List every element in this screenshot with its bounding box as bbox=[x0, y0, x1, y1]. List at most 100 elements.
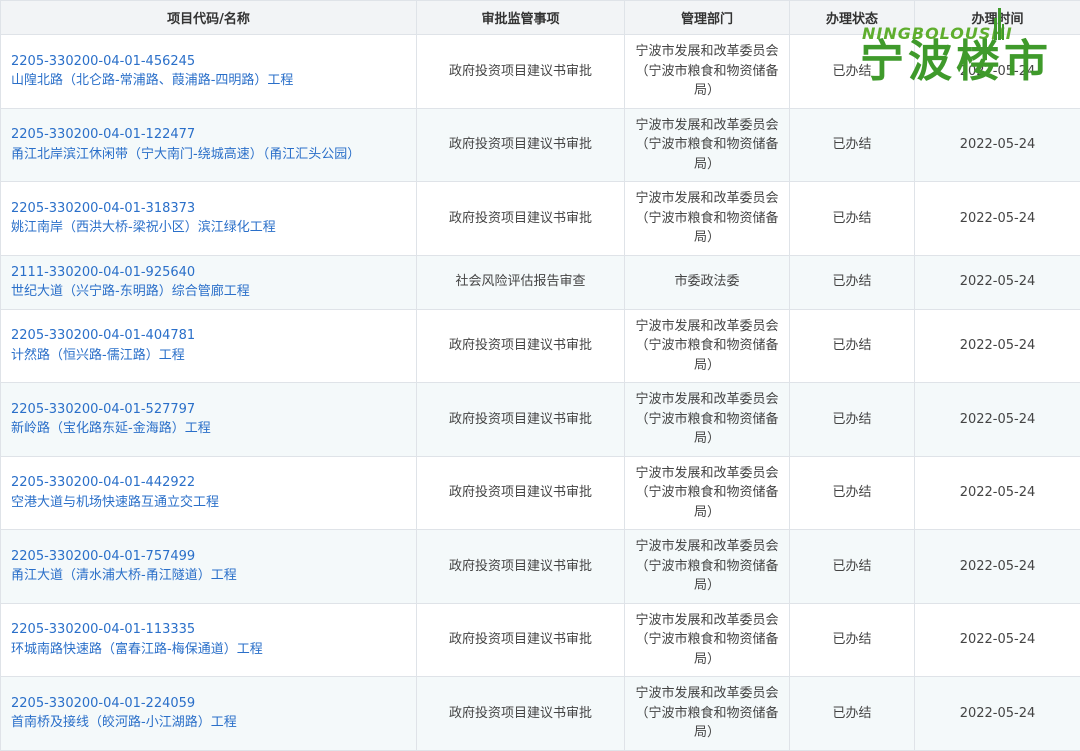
project-code-link[interactable]: 2205-330200-04-01-456245 bbox=[11, 52, 406, 72]
column-header-project[interactable]: 项目代码/名称 bbox=[1, 1, 417, 35]
matter-cell: 政府投资项目建议书审批 bbox=[417, 530, 625, 604]
department-line: （宁波市粮食和物资储备 bbox=[633, 209, 781, 229]
project-code-link[interactable]: 2205-330200-04-01-442922 bbox=[11, 473, 406, 493]
date-cell: 2022-05-24 bbox=[915, 309, 1080, 383]
department-cell: 宁波市发展和改革委员会（宁波市粮食和物资储备局） bbox=[625, 603, 790, 677]
status-cell: 已办结 bbox=[790, 456, 915, 530]
matter-cell: 政府投资项目建议书审批 bbox=[417, 383, 625, 457]
project-cell: 2205-330200-04-01-757499甬江大道（清水浦大桥-甬江隧道）… bbox=[1, 530, 417, 604]
column-header-department[interactable]: 管理部门 bbox=[625, 1, 790, 35]
project-cell: 2205-330200-04-01-224059首南桥及接线（皎河路-小江湖路）… bbox=[1, 677, 417, 751]
department-line: 宁波市发展和改革委员会 bbox=[633, 537, 781, 557]
department-line: 局） bbox=[633, 155, 781, 175]
department-line: （宁波市粮食和物资储备 bbox=[633, 336, 781, 356]
column-header-matter[interactable]: 审批监管事项 bbox=[417, 1, 625, 35]
project-name-link[interactable]: 姚江南岸（西洪大桥-梁祝小区）滨江绿化工程 bbox=[11, 218, 406, 238]
date-cell: 2022-05-24 bbox=[915, 108, 1080, 182]
department-line: （宁波市粮食和物资储备 bbox=[633, 630, 781, 650]
department-cell: 宁波市发展和改革委员会（宁波市粮食和物资储备局） bbox=[625, 309, 790, 383]
table-header-row: 项目代码/名称 审批监管事项 管理部门 办理状态 办理时间 bbox=[1, 1, 1080, 35]
status-cell: 已办结 bbox=[790, 603, 915, 677]
project-name-link[interactable]: 甬江北岸滨江休闲带（宁大南门-绕城高速）（甬江汇头公园） bbox=[11, 145, 406, 165]
column-header-status[interactable]: 办理状态 bbox=[790, 1, 915, 35]
department-line: 局） bbox=[633, 576, 781, 596]
table-row: 2205-330200-04-01-442922空港大道与机场快速路互通立交工程… bbox=[1, 456, 1080, 530]
department-line: 宁波市发展和改革委员会 bbox=[633, 116, 781, 136]
department-line: （宁波市粮食和物资储备 bbox=[633, 704, 781, 724]
department-line: 宁波市发展和改革委员会 bbox=[633, 684, 781, 704]
department-line: 市委政法委 bbox=[633, 272, 781, 292]
project-name-link[interactable]: 计然路（恒兴路-儒江路）工程 bbox=[11, 346, 406, 366]
matter-cell: 政府投资项目建议书审批 bbox=[417, 603, 625, 677]
project-cell: 2205-330200-04-01-456245山隍北路（北仑路-常浦路、葭浦路… bbox=[1, 35, 417, 109]
status-cell: 已办结 bbox=[790, 35, 915, 109]
department-line: 局） bbox=[633, 356, 781, 376]
table-row: 2205-330200-04-01-757499甬江大道（清水浦大桥-甬江隧道）… bbox=[1, 530, 1080, 604]
matter-cell: 政府投资项目建议书审批 bbox=[417, 309, 625, 383]
department-line: 宁波市发展和改革委员会 bbox=[633, 189, 781, 209]
project-code-link[interactable]: 2205-330200-04-01-224059 bbox=[11, 694, 406, 714]
table-row: 2205-330200-04-01-122477甬江北岸滨江休闲带（宁大南门-绕… bbox=[1, 108, 1080, 182]
column-header-time[interactable]: 办理时间 bbox=[915, 1, 1080, 35]
date-cell: 2022-05-24 bbox=[915, 182, 1080, 256]
date-cell: 2022-05-24 bbox=[915, 383, 1080, 457]
status-cell: 已办结 bbox=[790, 677, 915, 751]
project-code-link[interactable]: 2205-330200-04-01-527797 bbox=[11, 400, 406, 420]
department-cell: 宁波市发展和改革委员会（宁波市粮食和物资储备局） bbox=[625, 456, 790, 530]
project-code-link[interactable]: 2205-330200-04-01-122477 bbox=[11, 125, 406, 145]
department-line: 宁波市发展和改革委员会 bbox=[633, 611, 781, 631]
project-code-link[interactable]: 2205-330200-04-01-757499 bbox=[11, 547, 406, 567]
department-line: 局） bbox=[633, 503, 781, 523]
project-cell: 2205-330200-04-01-318373姚江南岸（西洪大桥-梁祝小区）滨… bbox=[1, 182, 417, 256]
table-row: 2205-330200-04-01-224059首南桥及接线（皎河路-小江湖路）… bbox=[1, 677, 1080, 751]
project-name-link[interactable]: 新岭路（宝化路东延-金海路）工程 bbox=[11, 419, 406, 439]
project-code-link[interactable]: 2205-330200-04-01-318373 bbox=[11, 199, 406, 219]
project-name-link[interactable]: 世纪大道（兴宁路-东明路）综合管廊工程 bbox=[11, 282, 406, 302]
status-cell: 已办结 bbox=[790, 383, 915, 457]
department-cell: 宁波市发展和改革委员会（宁波市粮食和物资储备局） bbox=[625, 182, 790, 256]
department-line: 局） bbox=[633, 723, 781, 743]
department-line: 局） bbox=[633, 81, 781, 101]
project-name-link[interactable]: 环城南路快速路（富春江路-梅保通道）工程 bbox=[11, 640, 406, 660]
date-cell: 2022-05-24 bbox=[915, 530, 1080, 604]
department-line: 宁波市发展和改革委员会 bbox=[633, 390, 781, 410]
project-cell: 2205-330200-04-01-404781计然路（恒兴路-儒江路）工程 bbox=[1, 309, 417, 383]
department-cell: 市委政法委 bbox=[625, 255, 790, 309]
project-name-link[interactable]: 空港大道与机场快速路互通立交工程 bbox=[11, 493, 406, 513]
project-cell: 2205-330200-04-01-527797新岭路（宝化路东延-金海路）工程 bbox=[1, 383, 417, 457]
date-cell: 2022-05-24 bbox=[915, 677, 1080, 751]
project-name-link[interactable]: 山隍北路（北仑路-常浦路、葭浦路-四明路）工程 bbox=[11, 71, 406, 91]
department-line: （宁波市粮食和物资储备 bbox=[633, 135, 781, 155]
project-name-link[interactable]: 甬江大道（清水浦大桥-甬江隧道）工程 bbox=[11, 566, 406, 586]
department-line: （宁波市粮食和物资储备 bbox=[633, 410, 781, 430]
table-row: 2205-330200-04-01-318373姚江南岸（西洪大桥-梁祝小区）滨… bbox=[1, 182, 1080, 256]
department-line: 局） bbox=[633, 429, 781, 449]
table-row: 2205-330200-04-01-404781计然路（恒兴路-儒江路）工程政府… bbox=[1, 309, 1080, 383]
status-cell: 已办结 bbox=[790, 530, 915, 604]
status-cell: 已办结 bbox=[790, 108, 915, 182]
project-cell: 2205-330200-04-01-113335环城南路快速路（富春江路-梅保通… bbox=[1, 603, 417, 677]
project-name-link[interactable]: 首南桥及接线（皎河路-小江湖路）工程 bbox=[11, 713, 406, 733]
department-cell: 宁波市发展和改革委员会（宁波市粮食和物资储备局） bbox=[625, 35, 790, 109]
table-body: 2205-330200-04-01-456245山隍北路（北仑路-常浦路、葭浦路… bbox=[1, 35, 1080, 751]
project-code-link[interactable]: 2205-330200-04-01-113335 bbox=[11, 620, 406, 640]
department-cell: 宁波市发展和改革委员会（宁波市粮食和物资储备局） bbox=[625, 530, 790, 604]
approval-table: 项目代码/名称 审批监管事项 管理部门 办理状态 办理时间 2205-33020… bbox=[0, 0, 1080, 751]
matter-cell: 政府投资项目建议书审批 bbox=[417, 182, 625, 256]
department-cell: 宁波市发展和改革委员会（宁波市粮食和物资储备局） bbox=[625, 677, 790, 751]
department-line: 宁波市发展和改革委员会 bbox=[633, 464, 781, 484]
table-row: 2205-330200-04-01-527797新岭路（宝化路东延-金海路）工程… bbox=[1, 383, 1080, 457]
project-cell: 2205-330200-04-01-442922空港大道与机场快速路互通立交工程 bbox=[1, 456, 417, 530]
project-code-link[interactable]: 2205-330200-04-01-404781 bbox=[11, 326, 406, 346]
project-code-link[interactable]: 2111-330200-04-01-925640 bbox=[11, 263, 406, 283]
department-line: 局） bbox=[633, 228, 781, 248]
table-row: 2205-330200-04-01-456245山隍北路（北仑路-常浦路、葭浦路… bbox=[1, 35, 1080, 109]
department-line: 局） bbox=[633, 650, 781, 670]
status-cell: 已办结 bbox=[790, 255, 915, 309]
date-cell: 2022-05-24 bbox=[915, 456, 1080, 530]
department-cell: 宁波市发展和改革委员会（宁波市粮食和物资储备局） bbox=[625, 383, 790, 457]
date-cell: 2022-05-24 bbox=[915, 35, 1080, 109]
status-cell: 已办结 bbox=[790, 182, 915, 256]
project-cell: 2111-330200-04-01-925640世纪大道（兴宁路-东明路）综合管… bbox=[1, 255, 417, 309]
table-row: 2111-330200-04-01-925640世纪大道（兴宁路-东明路）综合管… bbox=[1, 255, 1080, 309]
